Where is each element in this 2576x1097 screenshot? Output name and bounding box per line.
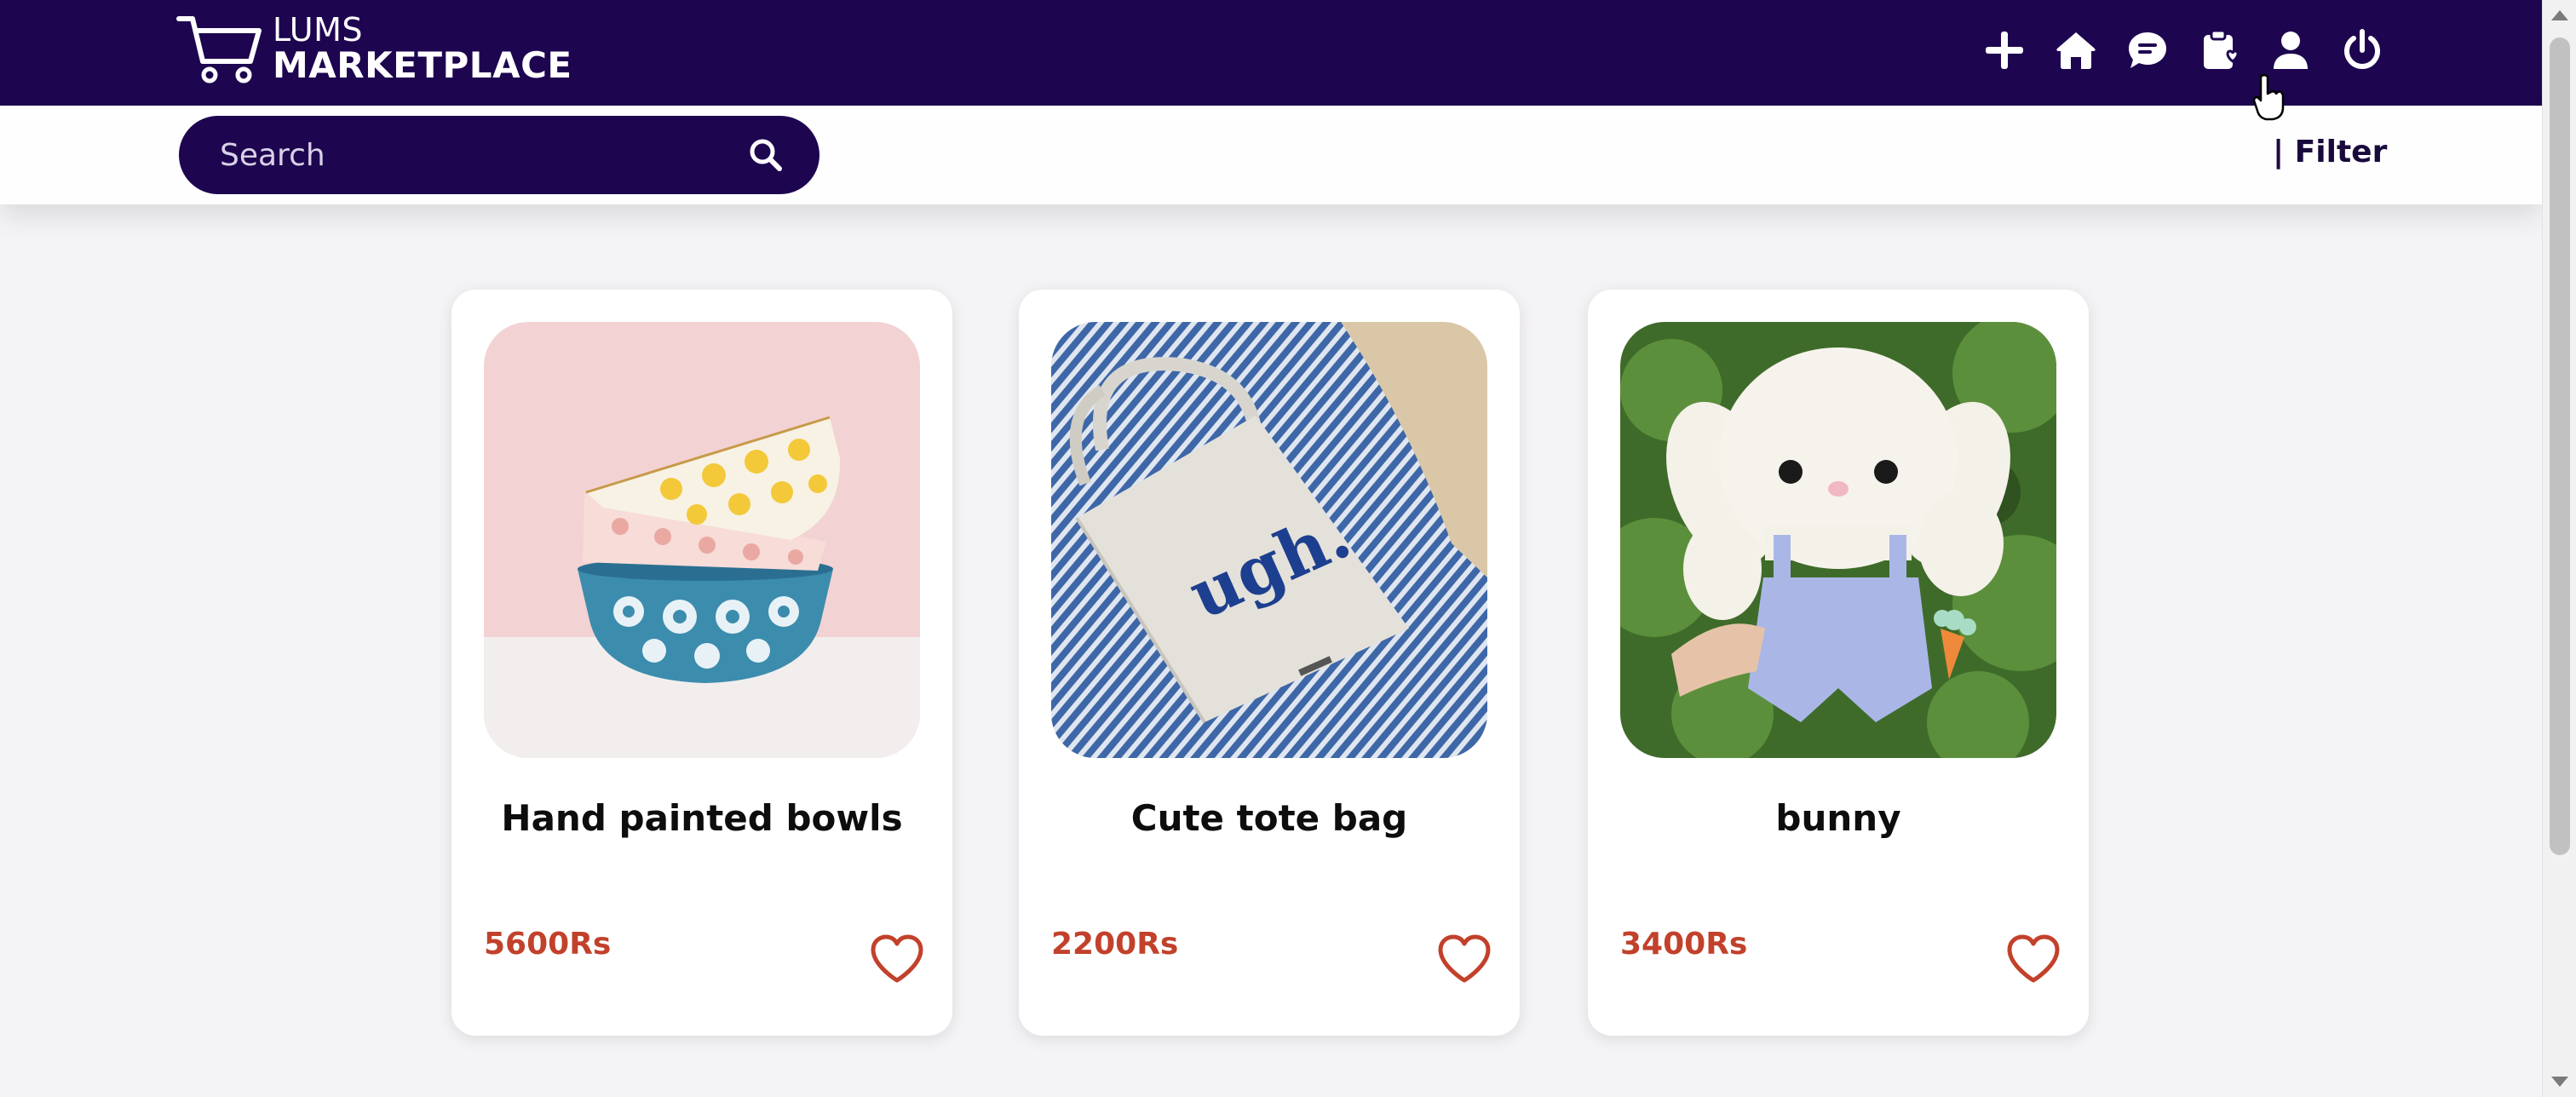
scroll-thumb[interactable]	[2550, 37, 2570, 855]
home-icon	[2056, 32, 2096, 69]
wishlist-button[interactable]	[2196, 27, 2242, 73]
nav-icons	[1981, 27, 2385, 73]
product-card[interactable]: ugh. Cute tote bag 2200Rs	[1019, 290, 1520, 1036]
product-card[interactable]: Hand painted bowls 5600Rs	[451, 290, 952, 1036]
search-box	[179, 115, 819, 195]
home-button[interactable]	[2053, 27, 2099, 73]
profile-button[interactable]	[2268, 27, 2314, 73]
logout-button[interactable]	[2339, 27, 2385, 73]
heart-icon	[2007, 934, 2060, 983]
favorite-button[interactable]	[1436, 933, 1492, 985]
messages-button[interactable]	[2125, 27, 2171, 73]
product-price: 5600Rs	[484, 927, 612, 962]
product-image-tote[interactable]: ugh.	[1051, 322, 1487, 758]
shopping-cart-icon	[176, 16, 262, 83]
product-image-bowls[interactable]	[484, 322, 920, 758]
product-title[interactable]: Cute tote bag	[1019, 797, 1520, 839]
plus-icon	[1986, 32, 2023, 69]
bunny-image	[1620, 322, 2056, 758]
add-listing-button[interactable]	[1981, 27, 2027, 73]
logo[interactable]: LUMS MARKETPLACE	[175, 12, 572, 85]
favorite-button[interactable]	[2005, 933, 2061, 985]
tote-bag-image: ugh.	[1051, 322, 1487, 758]
search-icon	[750, 139, 782, 171]
top-navbar: LUMS MARKETPLACE	[0, 0, 2542, 106]
bowls-image	[484, 322, 920, 758]
product-price: 3400Rs	[1620, 927, 1748, 962]
logo-bottom-text: MARKETPLACE	[273, 44, 572, 86]
user-icon	[2274, 32, 2308, 69]
vertical-scrollbar[interactable]	[2542, 0, 2576, 1097]
power-icon	[2344, 29, 2380, 69]
filter-button[interactable]: | Filter	[2273, 135, 2387, 169]
product-image-bunny[interactable]	[1620, 322, 2056, 758]
search-bar-row: | Filter	[0, 106, 2542, 204]
search-input[interactable]	[179, 115, 727, 195]
logo-top-text: LUMS	[273, 11, 363, 49]
product-title[interactable]: bunny	[1588, 797, 2089, 839]
favorite-button[interactable]	[869, 933, 925, 985]
clipboard-heart-icon	[2204, 29, 2240, 69]
heart-icon	[1438, 934, 1491, 983]
hand-cursor-icon	[2252, 73, 2285, 121]
scroll-up-arrow-icon[interactable]	[2551, 10, 2568, 20]
search-button[interactable]	[727, 116, 804, 194]
heart-icon	[871, 934, 923, 983]
product-card[interactable]: bunny 3400Rs	[1588, 290, 2089, 1036]
product-title[interactable]: Hand painted bowls	[451, 797, 952, 839]
scroll-down-arrow-icon[interactable]	[2551, 1077, 2568, 1087]
product-price: 2200Rs	[1051, 927, 1179, 962]
chat-icon	[2129, 32, 2166, 68]
